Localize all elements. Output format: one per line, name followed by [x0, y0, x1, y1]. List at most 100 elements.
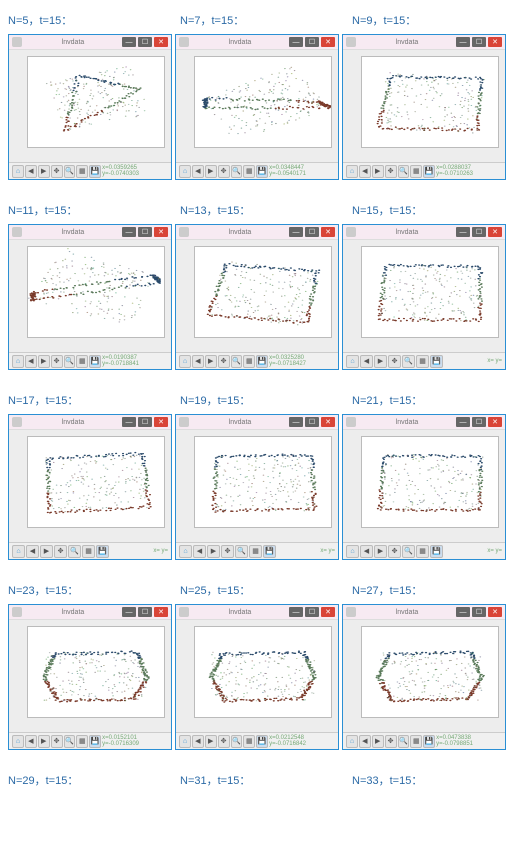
window-titlebar[interactable]: lnvdata—☐✕ — [343, 415, 505, 430]
tool-home-icon[interactable]: ⌂ — [179, 735, 191, 748]
window-titlebar[interactable]: lnvdata—☐✕ — [176, 415, 338, 430]
tool-zoom-icon[interactable]: 🔍 — [231, 735, 243, 748]
tool-pan-icon[interactable]: ✥ — [385, 165, 397, 178]
tool-sub-icon[interactable]: ▦ — [416, 355, 429, 368]
tool-fwd-icon[interactable]: ▶ — [372, 165, 384, 178]
window-min-button[interactable]: — — [456, 37, 470, 47]
tool-back-icon[interactable]: ◀ — [359, 735, 371, 748]
window-titlebar[interactable]: lnvdata—☐✕ — [176, 35, 338, 50]
window-titlebar[interactable]: lnvdata—☐✕ — [176, 605, 338, 620]
tool-zoom-icon[interactable]: 🔍 — [231, 165, 243, 178]
window-max-button[interactable]: ☐ — [472, 417, 486, 427]
tool-back-icon[interactable]: ◀ — [360, 545, 373, 558]
window-max-button[interactable]: ☐ — [138, 37, 152, 47]
window-min-button[interactable]: — — [289, 37, 303, 47]
tool-sub-icon[interactable]: ▦ — [76, 735, 88, 748]
tool-back-icon[interactable]: ◀ — [359, 165, 371, 178]
tool-home-icon[interactable]: ⌂ — [179, 545, 192, 558]
tool-fwd-icon[interactable]: ▶ — [40, 545, 53, 558]
tool-zoom-icon[interactable]: 🔍 — [398, 165, 410, 178]
window-titlebar[interactable]: lnvdata—☐✕ — [9, 605, 171, 620]
tool-back-icon[interactable]: ◀ — [193, 545, 206, 558]
tool-save-icon[interactable]: 💾 — [430, 545, 443, 558]
tool-pan-icon[interactable]: ✥ — [218, 165, 230, 178]
window-close-button[interactable]: ✕ — [321, 37, 335, 47]
tool-sub-icon[interactable]: ▦ — [410, 735, 422, 748]
window-min-button[interactable]: — — [289, 607, 303, 617]
tool-pan-icon[interactable]: ✥ — [221, 545, 234, 558]
window-close-button[interactable]: ✕ — [488, 417, 502, 427]
tool-home-icon[interactable]: ⌂ — [12, 355, 24, 368]
tool-home-icon[interactable]: ⌂ — [346, 735, 358, 748]
tool-pan-icon[interactable]: ✥ — [388, 545, 401, 558]
tool-pan-icon[interactable]: ✥ — [385, 735, 397, 748]
tool-save-icon[interactable]: 💾 — [256, 735, 268, 748]
window-min-button[interactable]: — — [122, 417, 136, 427]
window-close-button[interactable]: ✕ — [154, 417, 168, 427]
tool-sub-icon[interactable]: ▦ — [76, 355, 88, 368]
plot-canvas[interactable]: 0.020.00-0.02-0.050.000.05 — [343, 430, 505, 542]
tool-zoom-icon[interactable]: 🔍 — [231, 355, 243, 368]
tool-save-icon[interactable]: 💾 — [89, 355, 101, 368]
tool-sub-icon[interactable]: ▦ — [82, 545, 95, 558]
window-min-button[interactable]: — — [289, 417, 303, 427]
tool-save-icon[interactable]: 💾 — [256, 165, 268, 178]
window-titlebar[interactable]: lnvdata—☐✕ — [176, 225, 338, 240]
tool-fwd-icon[interactable]: ▶ — [205, 355, 217, 368]
plot-canvas[interactable]: 0.020.00-0.02-0.050.000.05 — [176, 620, 338, 732]
tool-save-icon[interactable]: 💾 — [430, 355, 443, 368]
tool-sub-icon[interactable]: ▦ — [416, 545, 429, 558]
tool-save-icon[interactable]: 💾 — [96, 545, 109, 558]
window-max-button[interactable]: ☐ — [472, 227, 486, 237]
tool-home-icon[interactable]: ⌂ — [12, 165, 24, 178]
window-close-button[interactable]: ✕ — [154, 607, 168, 617]
tool-zoom-icon[interactable]: 🔍 — [64, 735, 76, 748]
window-min-button[interactable]: — — [122, 607, 136, 617]
tool-zoom-icon[interactable]: 🔍 — [64, 355, 76, 368]
window-close-button[interactable]: ✕ — [488, 37, 502, 47]
plot-canvas[interactable]: 0.01-0.01-0.03-0.050.000.05 — [9, 50, 171, 162]
tool-home-icon[interactable]: ⌂ — [12, 735, 24, 748]
window-min-button[interactable]: — — [456, 227, 470, 237]
window-close-button[interactable]: ✕ — [321, 227, 335, 237]
tool-home-icon[interactable]: ⌂ — [346, 545, 359, 558]
tool-save-icon[interactable]: 💾 — [89, 735, 101, 748]
window-titlebar[interactable]: lnvdata—☐✕ — [9, 225, 171, 240]
window-min-button[interactable]: — — [456, 607, 470, 617]
tool-back-icon[interactable]: ◀ — [25, 355, 37, 368]
tool-back-icon[interactable]: ◀ — [192, 355, 204, 368]
tool-sub-icon[interactable]: ▦ — [249, 545, 262, 558]
tool-sub-icon[interactable]: ▦ — [410, 165, 422, 178]
tool-zoom-icon[interactable]: 🔍 — [402, 545, 415, 558]
window-max-button[interactable]: ☐ — [305, 417, 319, 427]
tool-fwd-icon[interactable]: ▶ — [374, 355, 387, 368]
window-close-button[interactable]: ✕ — [154, 37, 168, 47]
tool-save-icon[interactable]: 💾 — [263, 545, 276, 558]
tool-home-icon[interactable]: ⌂ — [346, 355, 359, 368]
tool-save-icon[interactable]: 💾 — [89, 165, 101, 178]
window-titlebar[interactable]: lnvdata—☐✕ — [343, 225, 505, 240]
tool-back-icon[interactable]: ◀ — [360, 355, 373, 368]
tool-pan-icon[interactable]: ✥ — [218, 735, 230, 748]
tool-zoom-icon[interactable]: 🔍 — [235, 545, 248, 558]
tool-zoom-icon[interactable]: 🔍 — [64, 165, 76, 178]
window-min-button[interactable]: — — [122, 227, 136, 237]
plot-canvas[interactable]: 0.020.00-0.02-0.050.000.05 — [343, 620, 505, 732]
tool-fwd-icon[interactable]: ▶ — [38, 355, 50, 368]
plot-canvas[interactable]: 0.020.00-0.02-0.04-0.04-0.020.000.020.04 — [9, 240, 171, 352]
tool-home-icon[interactable]: ⌂ — [179, 165, 191, 178]
window-close-button[interactable]: ✕ — [488, 227, 502, 237]
tool-pan-icon[interactable]: ✥ — [54, 545, 67, 558]
window-close-button[interactable]: ✕ — [321, 417, 335, 427]
plot-canvas[interactable]: 0.020.00-0.02-0.050.000.05 — [343, 240, 505, 352]
tool-sub-icon[interactable]: ▦ — [243, 355, 255, 368]
tool-save-icon[interactable]: 💾 — [423, 165, 435, 178]
window-max-button[interactable]: ☐ — [138, 607, 152, 617]
tool-zoom-icon[interactable]: 🔍 — [398, 735, 410, 748]
tool-fwd-icon[interactable]: ▶ — [38, 735, 50, 748]
window-max-button[interactable]: ☐ — [472, 607, 486, 617]
tool-pan-icon[interactable]: ✥ — [51, 165, 63, 178]
window-titlebar[interactable]: lnvdata—☐✕ — [343, 35, 505, 50]
tool-fwd-icon[interactable]: ▶ — [207, 545, 220, 558]
tool-pan-icon[interactable]: ✥ — [51, 735, 63, 748]
